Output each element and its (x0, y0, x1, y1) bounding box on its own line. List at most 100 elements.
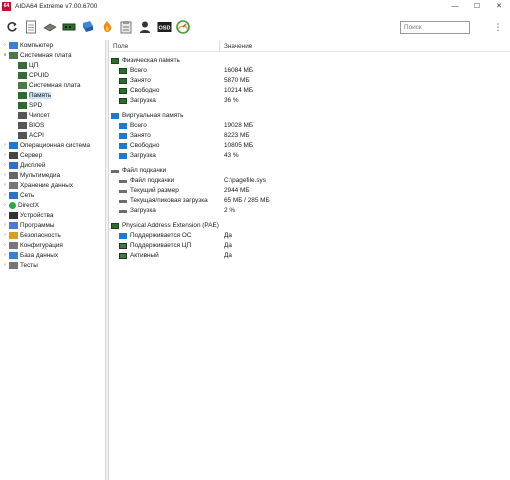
tree-item[interactable]: › Устройства (0, 210, 105, 220)
tree-item[interactable]: ACPI (0, 130, 105, 140)
tree-item-label: Чипсет (29, 111, 50, 119)
search-input[interactable] (400, 21, 470, 34)
osd-icon[interactable]: OSD (156, 19, 172, 35)
tree-item[interactable]: › Операционная система (0, 140, 105, 150)
detail-row[interactable]: Поддерживается ОС Да (109, 231, 510, 241)
tree-item[interactable]: › Компьютер (0, 40, 105, 50)
detail-row[interactable]: Текущая/пиковая загрузка 65 МБ / 285 МБ (109, 196, 510, 206)
detail-row[interactable]: Текущий размер 2944 МБ (109, 186, 510, 196)
tree-item[interactable]: › Сервер (0, 150, 105, 160)
detail-row[interactable]: Всего 16084 МБ (109, 66, 510, 76)
windows-icon (119, 133, 127, 139)
detail-row[interactable]: Активный Да (109, 251, 510, 261)
section-header[interactable]: Physical Address Extension (PAE) (109, 221, 510, 231)
motherboard-icon[interactable] (42, 19, 58, 35)
tree-item[interactable]: › Программы (0, 220, 105, 230)
tree-item[interactable]: › Дисплей (0, 160, 105, 170)
tree-item[interactable]: › Тесты (0, 260, 105, 270)
tree-item-label: Хранение данных (20, 181, 74, 189)
close-button[interactable]: ✕ (488, 0, 510, 12)
tree-item[interactable]: ∨ Системная плата (0, 50, 105, 60)
tree-item[interactable]: › DirectX (0, 200, 105, 210)
memory-icon (18, 91, 27, 99)
column-field-header[interactable]: Поле (113, 43, 128, 50)
chevron-right-icon[interactable]: › (1, 192, 9, 198)
config-icon (9, 241, 18, 249)
network-icon[interactable] (80, 19, 96, 35)
motherboard-icon (9, 51, 18, 59)
flash-icon[interactable] (99, 19, 115, 35)
tree-item-label: Сеть (20, 191, 35, 199)
detail-row[interactable]: Загрузка 2 % (109, 206, 510, 216)
chevron-right-icon[interactable]: › (1, 222, 9, 228)
chevron-down-icon[interactable]: ∨ (1, 52, 9, 58)
user-icon[interactable] (137, 19, 153, 35)
tree-item[interactable]: Память (0, 90, 105, 100)
memory-icon (119, 88, 127, 94)
more-options-icon[interactable]: ⋮ (493, 20, 503, 34)
directx-icon (9, 201, 16, 209)
tests-icon (9, 261, 18, 269)
tree-item-label: Системная плата (29, 81, 81, 89)
detail-row[interactable]: Свободно 10805 МБ (109, 141, 510, 151)
tree-item[interactable]: › Хранение данных (0, 180, 105, 190)
refresh-icon[interactable] (4, 19, 20, 35)
tree-item[interactable]: Чипсет (0, 110, 105, 120)
tree-item[interactable]: › Безопасность (0, 230, 105, 240)
detail-row[interactable]: Файл подкачки C:\pagefile.sys (109, 176, 510, 186)
cpu-icon (18, 71, 27, 79)
section-header[interactable]: Физическая память (109, 56, 510, 66)
drive-icon (119, 180, 127, 183)
detail-row[interactable]: Всего 19028 МБ (109, 121, 510, 131)
chevron-right-icon[interactable]: › (1, 182, 9, 188)
tree-item[interactable]: › Конфигурация (0, 240, 105, 250)
tree-item-label: DirectX (18, 201, 39, 209)
tree-item-label: Тесты (20, 261, 38, 269)
title-bar: 64 AIDA64 Extreme v7.00.6700 — ☐ ✕ (0, 0, 510, 12)
column-separator[interactable] (219, 41, 220, 51)
chevron-right-icon[interactable]: › (1, 42, 9, 48)
chevron-right-icon[interactable]: › (1, 262, 9, 268)
tree-item[interactable]: › Мультимедиа (0, 170, 105, 180)
section-header[interactable]: Файл подкачки (109, 166, 510, 176)
tree-item[interactable]: CPUID (0, 70, 105, 80)
maximize-button[interactable]: ☐ (466, 0, 488, 12)
detail-row[interactable]: Занято 8223 МБ (109, 131, 510, 141)
detail-row[interactable]: Загрузка 36 % (109, 96, 510, 106)
benchmark-icon[interactable] (175, 19, 191, 35)
section-header[interactable]: Виртуальная память (109, 111, 510, 121)
tree-item-label: ACPI (29, 131, 44, 139)
memory-icon[interactable] (61, 19, 77, 35)
chevron-right-icon[interactable]: › (1, 252, 9, 258)
svg-text:OSD: OSD (158, 26, 170, 32)
tree-item-label: Дисплей (20, 161, 46, 169)
report-icon[interactable] (23, 19, 39, 35)
tree-item[interactable]: ЦП (0, 60, 105, 70)
chevron-right-icon[interactable]: › (1, 172, 9, 178)
detail-row[interactable]: Загрузка 43 % (109, 151, 510, 161)
chevron-right-icon[interactable]: › (1, 142, 9, 148)
chevron-right-icon[interactable]: › (1, 162, 9, 168)
motherboard-icon (18, 81, 27, 89)
column-value-header[interactable]: Значение (224, 43, 252, 50)
audit-icon[interactable] (118, 19, 134, 35)
chevron-right-icon[interactable]: › (1, 152, 9, 158)
detail-row[interactable]: Поддерживается ЦП Да (109, 241, 510, 251)
field-value: 5870 МБ (224, 77, 250, 84)
tree-item[interactable]: › База данных (0, 250, 105, 260)
chevron-right-icon[interactable]: › (1, 212, 9, 218)
detail-row[interactable]: Занято 5870 МБ (109, 76, 510, 86)
chevron-right-icon[interactable]: › (1, 232, 9, 238)
minimize-button[interactable]: — (444, 0, 466, 12)
memory-icon (119, 98, 127, 104)
tree-item[interactable]: SPD (0, 100, 105, 110)
window-controls: — ☐ ✕ (444, 0, 510, 12)
tree-item[interactable]: BIOS (0, 120, 105, 130)
tree-item[interactable]: › Сеть (0, 190, 105, 200)
field-value: Да (224, 252, 232, 259)
chevron-right-icon[interactable]: › (1, 202, 9, 208)
tree-item[interactable]: Системная плата (0, 80, 105, 90)
database-icon (9, 251, 18, 259)
detail-row[interactable]: Свободно 10214 МБ (109, 86, 510, 96)
chevron-right-icon[interactable]: › (1, 242, 9, 248)
